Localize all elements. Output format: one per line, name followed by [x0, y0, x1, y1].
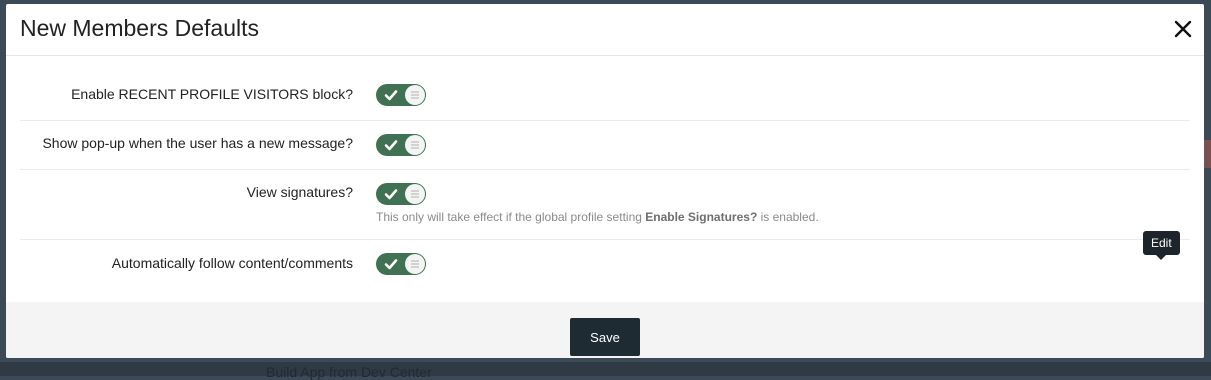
toggle-knob	[405, 254, 425, 274]
view-signatures-toggle[interactable]	[376, 183, 426, 205]
toggle-knob	[405, 85, 425, 105]
background-strip	[0, 362, 1211, 376]
setting-label: Automatically follow content/comments	[111, 255, 353, 271]
toggle-knob	[405, 184, 425, 204]
setting-row-recent-visitors: Enable RECENT PROFILE VISITORS block?	[20, 69, 1190, 121]
grip-icon	[411, 91, 419, 99]
new-members-defaults-modal: New Members Defaults Enable RECENT PROFI…	[6, 4, 1204, 358]
setting-row-view-signatures: View signatures? This only will take eff…	[20, 169, 1190, 240]
close-button[interactable]	[1172, 18, 1194, 40]
grip-icon	[411, 190, 419, 198]
close-icon	[1174, 20, 1192, 38]
check-icon	[384, 189, 398, 200]
check-icon	[384, 90, 398, 101]
background-text: Build App from Dev Center	[266, 364, 432, 380]
signatures-hint: This only will take effect if the global…	[376, 210, 819, 224]
check-icon	[384, 259, 398, 270]
new-message-popup-toggle[interactable]	[376, 134, 426, 156]
setting-label: View signatures?	[246, 184, 353, 200]
auto-follow-toggle[interactable]	[376, 253, 426, 275]
hint-setting-name: Enable Signatures?	[645, 210, 758, 224]
toggle-knob	[405, 135, 425, 155]
setting-row-new-message-popup: Show pop-up when the user has a new mess…	[20, 120, 1190, 170]
hint-prefix: This only will take effect if the global…	[376, 210, 646, 224]
background-accent	[1204, 140, 1211, 168]
setting-label: Enable RECENT PROFILE VISITORS block?	[71, 86, 353, 102]
grip-icon	[411, 141, 419, 149]
modal-header: New Members Defaults	[6, 4, 1204, 56]
edit-tooltip: Edit	[1143, 231, 1180, 260]
check-icon	[384, 140, 398, 151]
setting-label: Show pop-up when the user has a new mess…	[42, 135, 353, 151]
recent-visitors-toggle[interactable]	[376, 84, 426, 106]
save-button[interactable]: Save	[570, 318, 640, 356]
hint-suffix: is enabled.	[757, 210, 819, 224]
grip-icon	[411, 260, 419, 268]
modal-footer: Save	[6, 302, 1204, 358]
modal-title: New Members Defaults	[20, 15, 260, 41]
setting-row-auto-follow: Automatically follow content/comments	[20, 239, 1190, 295]
